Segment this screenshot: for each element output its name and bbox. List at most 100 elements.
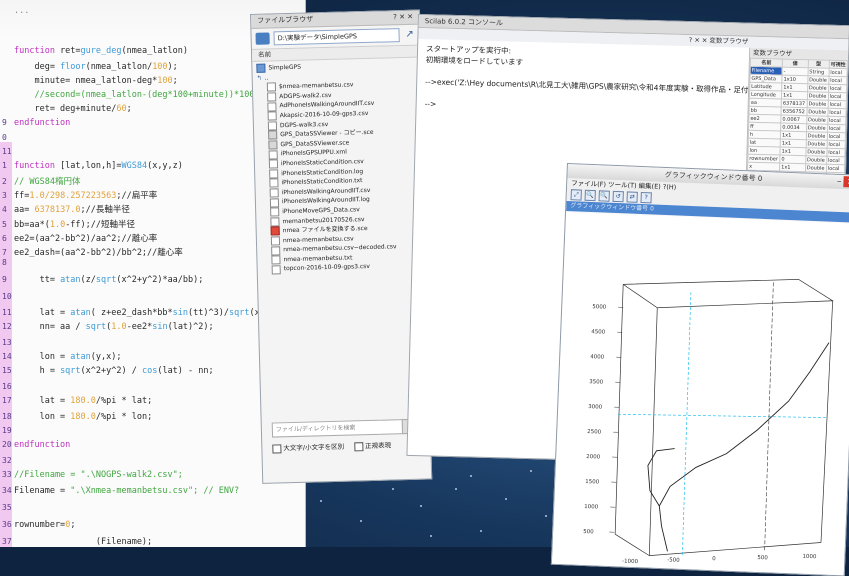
code-line[interactable]: //second=(nmea_latlon-(deg*100+minute))*… — [2, 90, 265, 100]
code-line[interactable]: 11 — [2, 147, 14, 157]
gps-track-plot[interactable]: 500045004000350030002500200015001000500 … — [552, 212, 849, 575]
code-line[interactable]: 3ff=1.0/298.257223563;//扁平率 — [2, 189, 157, 201]
line-number: 18 — [2, 412, 14, 421]
y-tick-label: 5000 — [592, 304, 607, 311]
file-icon — [269, 160, 278, 169]
line-number: 9 — [2, 275, 14, 284]
code-token: bb=aa*( — [14, 220, 50, 230]
x-tick-label: 1000 — [802, 554, 817, 561]
graphics-tool-icon[interactable]: 🔍 — [584, 190, 595, 201]
code-line[interactable]: deg= floor(nmea_latlon/100); — [2, 62, 178, 72]
checkbox-icon[interactable] — [354, 442, 363, 451]
star — [480, 530, 482, 532]
code-token: 180.0 — [70, 412, 96, 422]
code-token: sqrt — [96, 275, 116, 285]
file-browser-title: ファイルブラウザ — [257, 13, 313, 27]
code-line[interactable]: 36rownumber=0; — [2, 520, 75, 530]
minimize-icon[interactable]: – — [837, 175, 842, 189]
column-header[interactable]: 可視性 — [829, 60, 847, 68]
graphics-tool-icon[interactable]: 🔍 — [598, 190, 609, 201]
code-line[interactable]: 9endfunction — [2, 118, 70, 128]
line-number: 13 — [2, 338, 14, 347]
regex-label: 正規表現 — [365, 441, 391, 450]
code-line[interactable]: 4aa= 6378137.0;//長軸半径 — [2, 203, 130, 215]
code-line[interactable]: 1function [lat,lon,h]=WGS84(x,y,z) — [2, 161, 183, 171]
file-browser-panel[interactable]: ファイルブラウザ ? ✕ ✕ D:\実験データ\SimpleGPS ↗ 名前 S… — [250, 10, 432, 484]
code-line[interactable]: 35 — [2, 503, 14, 513]
code-line[interactable]: 7ee2_dash=(aa^2-bb^2)/bb^2;//離心率 — [2, 246, 183, 258]
line-number: 1 — [2, 161, 14, 170]
code-line[interactable]: 13 — [2, 338, 14, 348]
code-line[interactable]: minute= nmea_latlon-deg*100; — [2, 76, 178, 86]
code-token: ;//扁平率 — [116, 191, 157, 201]
line-number: 0 — [2, 133, 14, 142]
code-token: atan — [70, 352, 90, 362]
code-line[interactable]: 16 — [2, 382, 14, 392]
code-line[interactable]: 33//Filename = ".\NOGPS-walk2.csv"; — [2, 470, 183, 480]
code-token: ; — [127, 104, 132, 114]
code-token: 60 — [116, 104, 126, 114]
file-list[interactable]: SimpleGPS↰..$nmea-memanbetsu.csvADGPS-wa… — [252, 58, 426, 275]
regex-option[interactable]: 正規表現 — [354, 439, 391, 450]
graphics-tool-icon[interactable]: ⤢ — [571, 189, 582, 200]
file-browser-window-controls[interactable]: ? ✕ ✕ — [393, 11, 413, 25]
code-line[interactable]: 37 (Filename); — [2, 537, 152, 547]
line-number: 34 — [2, 486, 14, 495]
code-line[interactable]: function ret=gure_deg(nmea_latlon) — [2, 46, 188, 56]
case-sensitive-option[interactable]: 大文字/小文字を区別 — [272, 441, 344, 453]
graphics-tool-icon[interactable]: ⇄ — [626, 191, 637, 202]
line-number: 17 — [2, 396, 14, 405]
line-number: 33 — [2, 470, 14, 479]
code-token: deg= — [14, 62, 60, 72]
code-line[interactable]: 18 lon = 180.0/%pi * lon; — [2, 412, 152, 422]
file-icon — [269, 179, 278, 188]
line-number: 35 — [2, 503, 14, 512]
code-token: aa= — [14, 205, 34, 215]
code-token: (x^2+y^2) / — [81, 366, 142, 376]
code-line[interactable]: 14 lon = atan(y,x); — [2, 352, 122, 362]
folder-icon — [256, 64, 265, 73]
y-tick-label: 2500 — [587, 429, 602, 436]
code-token: lon = — [14, 412, 70, 422]
code-line[interactable]: 2// WGS84楕円体 — [2, 175, 80, 187]
code-line[interactable]: 15 h = sqrt(x^2+y^2) / cos(lat) - nn; — [2, 366, 214, 376]
code-line[interactable]: 19 — [2, 426, 14, 436]
code-line[interactable]: 12 nn= aa / sqrt(1.0-ee2*sin(lat)^2); — [2, 322, 214, 332]
code-token: (nmea_latlon) — [122, 46, 189, 56]
graphics-window[interactable]: グラフィックウィンドウ番号 0 – ✕ ファイル(F) ツール(T) 編集(E)… — [551, 163, 849, 576]
code-line[interactable]: 5bb=aa*(1.0-ff);//短軸半径 — [2, 218, 135, 230]
code-token: 1.0/298.257223563 — [29, 191, 116, 201]
code-line[interactable]: 11 lat = atan( z+ee2_dash*bb*sin(tt)^3)/… — [2, 308, 260, 318]
code-token: minute= nmea_latlon-deg* — [14, 76, 157, 86]
graphics-tool-icon[interactable]: ? — [640, 192, 651, 203]
code-token: atan — [70, 308, 90, 318]
code-token: 100 — [152, 62, 167, 72]
code-line[interactable]: 34Filename = ".\Xnmea-memanbetsu.csv"; /… — [2, 486, 239, 496]
code-line[interactable]: 17 lat = 180.0/%pi * lat; — [2, 396, 152, 406]
code-line[interactable]: ret= deg+minute/60; — [2, 104, 132, 114]
code-line[interactable]: 6ee2=(aa^2-bb^2)/aa^2;//離心率 — [2, 232, 157, 244]
code-token: sin — [152, 322, 167, 332]
close-icon[interactable]: ✕ — [843, 176, 849, 188]
line-number: 3 — [2, 191, 14, 200]
code-token: sqrt — [60, 366, 80, 376]
code-line[interactable]: 32 — [2, 456, 14, 466]
code-line[interactable]: 9 tt= atan(z/sqrt(x^2+y^2)*aa/bb); — [2, 275, 203, 285]
path-dropdown[interactable]: D:\実験データ\SimpleGPS — [273, 28, 399, 45]
code-line[interactable]: 10 — [2, 292, 14, 302]
file-icon — [268, 112, 277, 121]
x-tick-label: -500 — [667, 557, 680, 564]
graphics-tool-icon[interactable]: ↺ — [612, 191, 623, 202]
folder-icon[interactable] — [255, 32, 269, 44]
code-line[interactable]: 0 — [2, 133, 14, 143]
variable-table[interactable]: 名前値型可視性Filename-StringlocalGPS_Data1x10D… — [747, 58, 848, 182]
parent-directory-icon[interactable]: ↗ — [403, 29, 415, 41]
code-token: ( z+ee2_dash*bb* — [91, 308, 173, 318]
file-icon — [270, 198, 279, 207]
code-token: (lat)^2); — [168, 322, 214, 332]
code-line[interactable]: 20endfunction — [2, 440, 70, 450]
file-icon — [271, 255, 280, 264]
checkbox-icon[interactable] — [272, 444, 281, 453]
code-line[interactable]: 8 — [2, 258, 14, 268]
star — [360, 520, 362, 522]
